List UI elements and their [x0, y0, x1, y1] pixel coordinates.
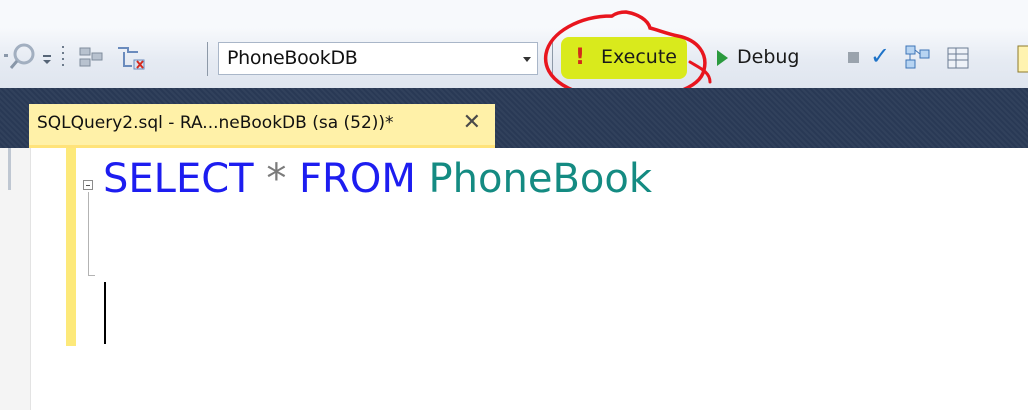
fold-collapse-icon[interactable]: [83, 180, 93, 190]
parse-check-icon[interactable]: ✓: [870, 42, 890, 70]
change-tracking-bar: [66, 148, 76, 346]
search-icon[interactable]: [4, 40, 38, 74]
display-estimated-plan-icon[interactable]: [112, 42, 152, 74]
fold-guide-line: [88, 192, 89, 276]
debug-play-icon[interactable]: [717, 50, 728, 66]
database-select-value: PhoneBookDB: [227, 47, 358, 69]
include-plan-icon[interactable]: [902, 42, 934, 74]
tab-title: SQLQuery2.sql - RA...neBookDB (sa (52))*: [37, 113, 394, 133]
sql-keyword-from: FROM: [299, 156, 416, 202]
close-icon[interactable]: ✕: [463, 110, 481, 135]
overflow-dropdown-icon[interactable]: [42, 52, 52, 66]
grip-icon: [62, 46, 64, 66]
toolbar-separator: [207, 42, 208, 76]
query-toolbar: PhoneBookDB ! Execute Debug ✓: [0, 0, 1028, 100]
results-grid-icon[interactable]: [944, 44, 974, 74]
sql-star: *: [266, 156, 287, 202]
stop-icon[interactable]: [848, 52, 859, 63]
query-editor[interactable]: SELECT * FROM PhoneBook: [0, 148, 1028, 410]
layout-icon[interactable]: [76, 44, 106, 72]
margin-marker: [8, 148, 11, 190]
sql-keyword-select: SELECT: [103, 156, 254, 202]
database-select[interactable]: PhoneBookDB: [218, 42, 538, 75]
debug-button-label[interactable]: Debug: [737, 46, 799, 68]
chevron-down-icon[interactable]: [523, 57, 531, 62]
text-caret: [104, 282, 106, 344]
results-icon[interactable]: [1014, 44, 1028, 76]
sql-table-name: PhoneBook: [428, 156, 653, 202]
editor-left-margin: [0, 148, 31, 410]
fold-guide-end: [88, 275, 95, 276]
sql-code-line: SELECT * FROM PhoneBook: [103, 156, 652, 202]
tab-sqlquery2[interactable]: SQLQuery2.sql - RA...neBookDB (sa (52))*…: [29, 104, 495, 148]
